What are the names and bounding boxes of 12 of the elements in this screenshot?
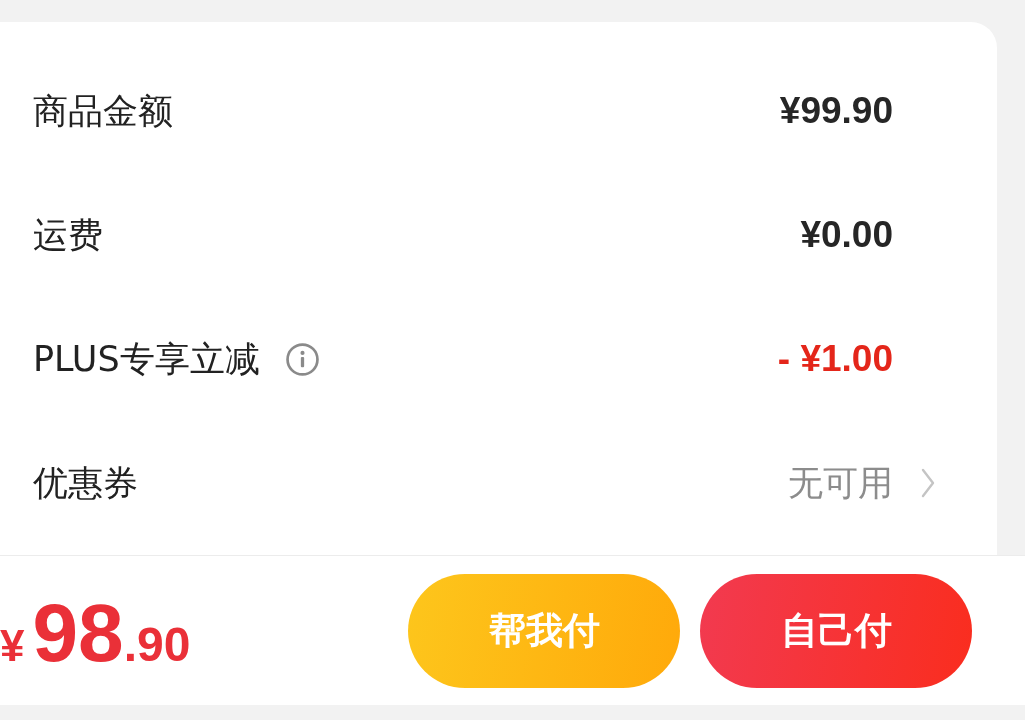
row-label: 商品金额 [33,90,173,132]
row-label: 优惠券 [33,462,138,504]
pay-myself-button[interactable]: 自己付 [700,573,972,688]
coupon-status-text: 无可用 [788,462,893,504]
row-label: PLUS专享立减 [33,338,260,380]
info-icon[interactable] [285,342,319,376]
amount-value: ¥0.00 [800,212,893,257]
row-label: 运费 [33,214,103,256]
chevron-icon[interactable] [921,468,935,498]
discount-value: - ¥1.00 [777,336,893,381]
total-price: ¥98.90 [0,591,191,674]
amount-value: ¥99.90 [779,88,893,133]
